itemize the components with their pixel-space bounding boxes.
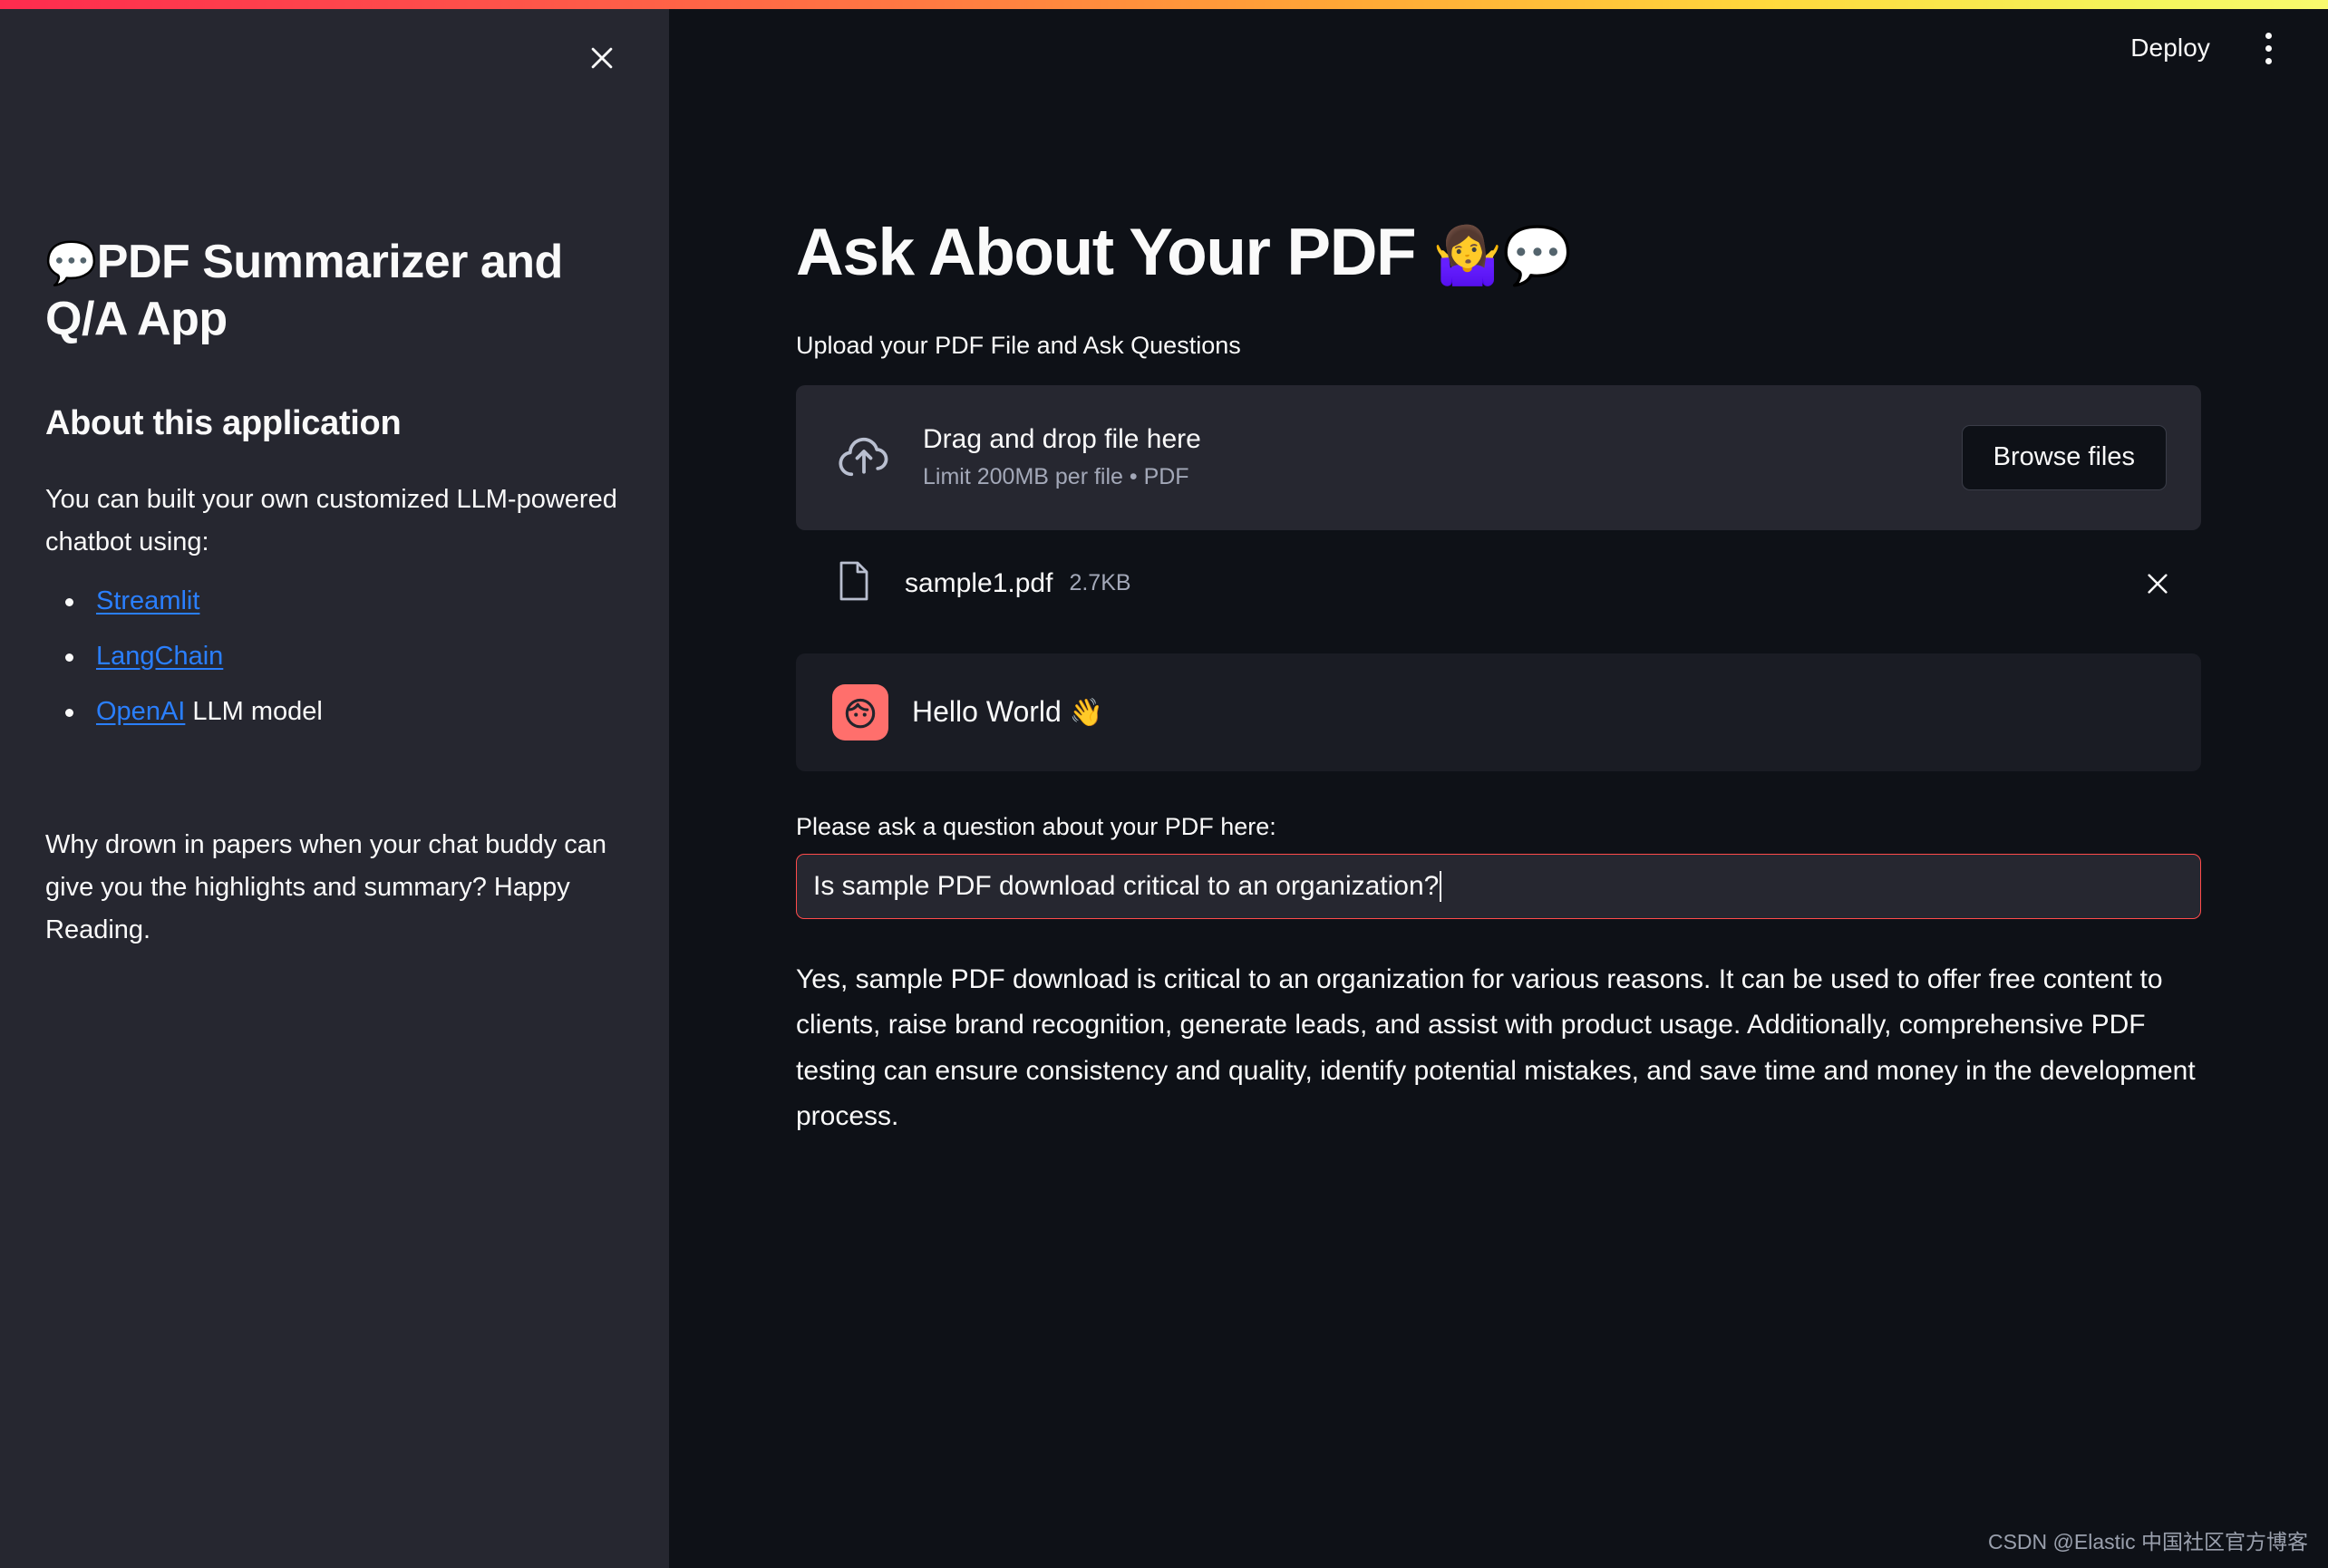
uploaded-file-row: sample1.pdf 2.7KB bbox=[796, 543, 2201, 624]
link-suffix: LLM model bbox=[185, 697, 323, 726]
upload-limit-label: Limit 200MB per file • PDF bbox=[923, 464, 1962, 490]
kebab-dot bbox=[2265, 45, 2272, 52]
upload-text-block: Drag and drop file here Limit 200MB per … bbox=[923, 424, 1962, 490]
chat-message-text: Hello World 👋 bbox=[912, 695, 1103, 729]
speech-balloon-icon: 💬 bbox=[45, 239, 97, 286]
remove-file-button[interactable] bbox=[2143, 569, 2172, 598]
main-panel: Deploy Ask About Your PDF 🤷‍♀️💬 Upload y… bbox=[669, 9, 2328, 1568]
kebab-menu-icon[interactable] bbox=[2250, 28, 2286, 68]
kebab-dot bbox=[2265, 58, 2272, 64]
about-heading: About this application bbox=[45, 402, 626, 446]
link-langchain[interactable]: LangChain bbox=[96, 642, 223, 671]
file-uploader-dropzone[interactable]: Drag and drop file here Limit 200MB per … bbox=[796, 385, 2201, 530]
user-face-avatar-icon bbox=[832, 684, 888, 740]
waving-hand-icon: 👋 bbox=[1070, 698, 1103, 728]
question-input-value: Is sample PDF download critical to an or… bbox=[813, 871, 1439, 902]
sidebar-title-text: PDF Summarizer and Q/A App bbox=[45, 236, 563, 345]
text-caret bbox=[1440, 871, 1441, 902]
page-subtitle: Upload your PDF File and Ask Questions bbox=[796, 332, 2201, 360]
cloud-upload-icon bbox=[836, 432, 892, 482]
app-root: 💬PDF Summarizer and Q/A App About this a… bbox=[0, 0, 2328, 1568]
list-item: Streamlit bbox=[45, 584, 626, 619]
tech-links-list: Streamlit LangChain OpenAI LLM model bbox=[45, 584, 626, 730]
question-input[interactable]: Is sample PDF download critical to an or… bbox=[796, 854, 2201, 919]
link-openai[interactable]: OpenAI bbox=[96, 697, 185, 726]
drag-drop-label: Drag and drop file here bbox=[923, 424, 1962, 455]
sidebar-content: 💬PDF Summarizer and Q/A App About this a… bbox=[45, 234, 626, 952]
page-title-text: Ask About Your PDF bbox=[796, 216, 1432, 289]
answer-text: Yes, sample PDF download is critical to … bbox=[796, 957, 2199, 1140]
watermark: CSDN @Elastic 中国社区官方博客 bbox=[1988, 1524, 2308, 1555]
chat-message-body: Hello World bbox=[912, 695, 1070, 728]
close-icon bbox=[587, 43, 617, 73]
question-input-label: Please ask a question about your PDF her… bbox=[796, 813, 2201, 841]
about-intro-text: You can built your own customized LLM-po… bbox=[45, 479, 626, 564]
chat-message: Hello World 👋 bbox=[796, 653, 2201, 771]
top-gradient-bar bbox=[0, 0, 2328, 9]
list-item: OpenAI LLM model bbox=[45, 694, 626, 730]
shrug-speech-emoji: 🤷‍♀️💬 bbox=[1432, 225, 1572, 287]
close-icon bbox=[2143, 569, 2172, 598]
sidebar-footer-text: Why drown in papers when your chat buddy… bbox=[45, 824, 626, 952]
kebab-dot bbox=[2265, 33, 2272, 39]
link-streamlit[interactable]: Streamlit bbox=[96, 586, 199, 615]
page-title: Ask About Your PDF 🤷‍♀️💬 bbox=[796, 216, 2201, 290]
uploaded-file-size: 2.7KB bbox=[1069, 570, 1130, 596]
list-item: LangChain bbox=[45, 639, 626, 674]
sidebar-title: 💬PDF Summarizer and Q/A App bbox=[45, 234, 626, 349]
main-content: Ask About Your PDF 🤷‍♀️💬 Upload your PDF… bbox=[796, 9, 2201, 1139]
sidebar: 💬PDF Summarizer and Q/A App About this a… bbox=[0, 9, 669, 1568]
uploaded-file-name: sample1.pdf bbox=[905, 568, 1052, 599]
sidebar-close-button[interactable] bbox=[578, 34, 626, 82]
file-document-icon bbox=[838, 560, 870, 606]
browse-files-button[interactable]: Browse files bbox=[1962, 425, 2167, 490]
